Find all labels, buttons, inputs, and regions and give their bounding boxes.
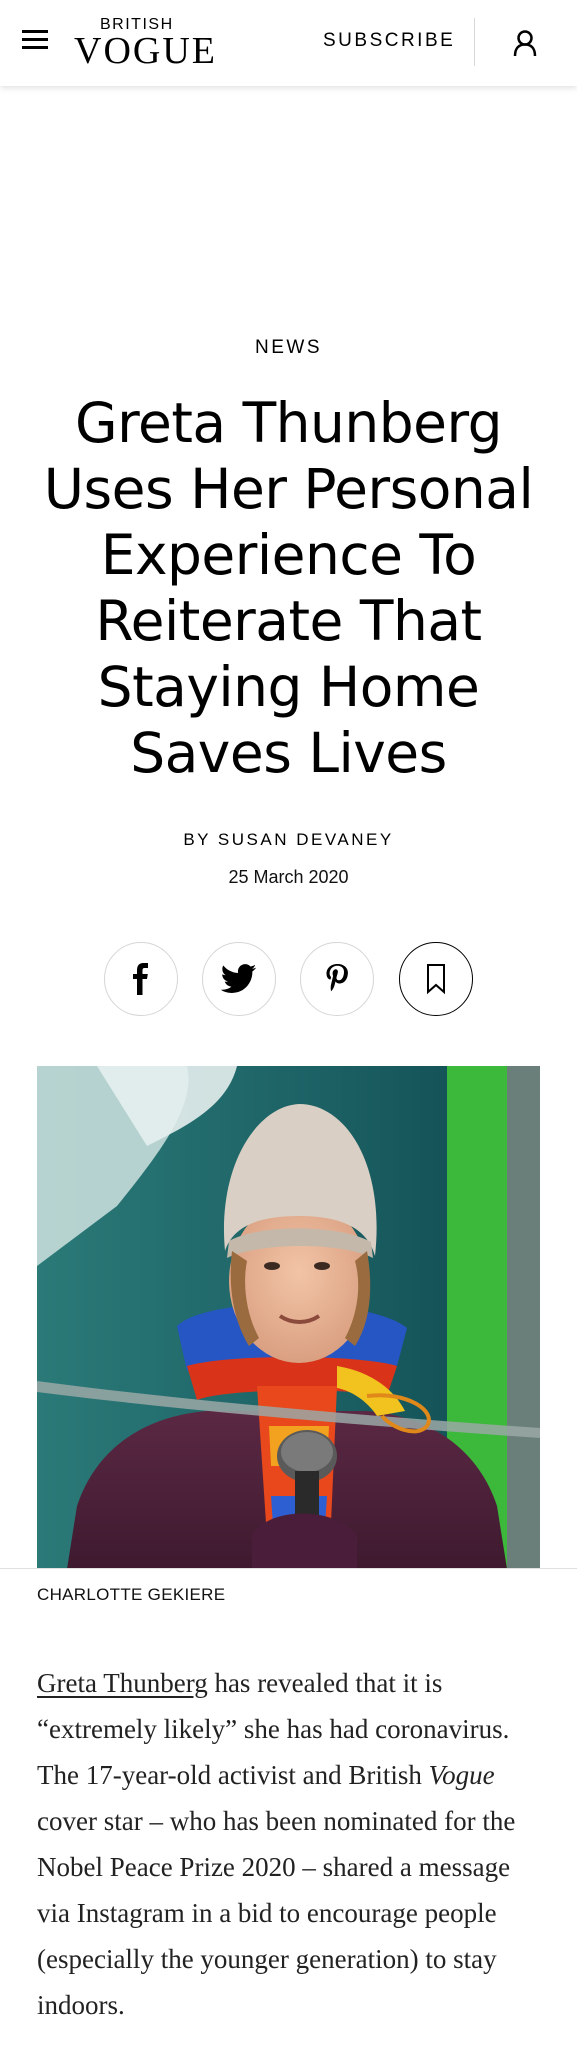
photo-credit: CHARLOTTE GEKIERE <box>37 1585 226 1604</box>
photo-divider <box>0 1568 577 1569</box>
article-body-paragraph: Greta Thunberg has revealed that it is “… <box>37 1660 542 2028</box>
pinterest-icon <box>326 964 348 992</box>
article-photo <box>37 1066 540 1569</box>
menu-icon[interactable] <box>22 30 50 54</box>
share-facebook-button[interactable] <box>104 942 178 1016</box>
article-date: 25 March 2020 <box>228 867 349 887</box>
article-byline[interactable]: BY SUSAN DEVANEY <box>0 830 577 850</box>
twitter-icon <box>221 964 257 993</box>
save-bookmark-button[interactable] <box>399 942 473 1016</box>
body-text-vogue-italic: Vogue <box>428 1760 495 1790</box>
article-headline: Greta Thunberg Uses Her Personal Experie… <box>43 391 534 785</box>
subscribe-link[interactable]: SUBSCRIBE <box>323 30 455 52</box>
header-divider <box>474 18 475 66</box>
bookmark-icon <box>427 964 445 995</box>
share-pinterest-button[interactable] <box>300 942 374 1016</box>
account-icon[interactable] <box>510 28 540 58</box>
facebook-icon <box>133 963 148 995</box>
share-twitter-button[interactable] <box>202 942 276 1016</box>
article-rubric[interactable]: NEWS <box>0 337 577 359</box>
greta-thunberg-link[interactable]: Greta Thunberg <box>37 1668 208 1698</box>
logo-vogue: VOGUE <box>74 30 217 72</box>
site-logo[interactable]: BRITISH VOGUE <box>74 14 215 70</box>
body-text-part-2: cover star – who has been nominated for … <box>37 1806 516 2020</box>
site-header: BRITISH VOGUE SUBSCRIBE <box>0 0 577 86</box>
